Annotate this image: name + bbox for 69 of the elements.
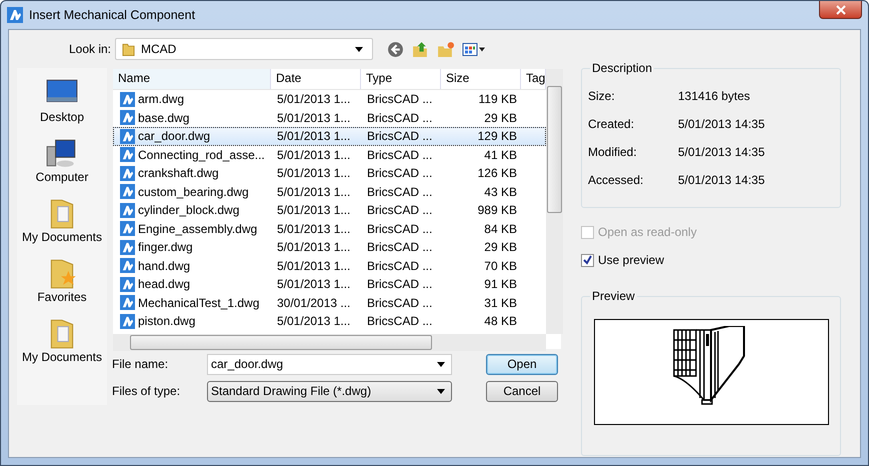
file-icon [120,295,135,310]
places-item[interactable]: Desktop [40,76,84,136]
file-icon [120,184,135,200]
cancel-button[interactable]: Cancel [486,380,558,402]
new-folder-icon[interactable] [437,40,454,58]
places-item[interactable]: My Documents [22,196,102,256]
file-row[interactable]: MechanicalTest_1.dwg 30/01/2013 ... BricsCAD ... 31 KB [113,294,546,312]
file-row[interactable]: crankshaft.dwg 5/01/2013 1... BricsCAD ... 126 KB [113,164,546,182]
field-label: Modified: [588,145,638,161]
column-header[interactable]: Date [271,69,361,89]
look-in-dropdown[interactable]: MCAD [115,38,373,60]
file-row[interactable]: piston.dwg 5/01/2013 1... BricsCAD ... 48 KB [113,312,546,330]
file-row[interactable]: head.dwg 5/01/2013 1... BricsCAD ... 91 KB [113,275,546,294]
back-icon[interactable] [387,40,404,58]
file-icon [120,314,135,329]
column-header[interactable]: Name [113,69,271,89]
file-icon [120,166,135,181]
file-row[interactable]: Connecting_rod_asse... 5/01/2013 1... BricsCAD ... 41 KB [113,146,546,164]
file-type-label: Files of type: [112,384,182,398]
file-icon [120,221,135,236]
window-title: Insert Mechanical Component [29,8,196,22]
file-icon [120,240,135,255]
places-item[interactable]: My Documents [22,316,102,376]
column-header[interactable]: Type [361,69,441,89]
file-type-dropdown[interactable]: Standard Drawing File (*.dwg) [207,380,452,402]
field-label: Size: [588,89,616,105]
file-row[interactable]: Engine_assembly.dwg 5/01/2013 1... BricsCAD ... 84 KB [113,220,546,238]
field-label: Accessed: [588,173,644,189]
field-value: 131416 bytes [678,89,750,105]
file-icon [120,128,135,144]
view-menu-icon[interactable] [462,40,486,58]
file-row[interactable]: custom_bearing.dwg 5/01/2013 1... BricsCAD ... 43 KB [113,182,546,201]
file-name-label: File name: [112,357,170,371]
file-name-field[interactable]: car_door.dwg [207,354,452,374]
folder-icon [122,41,135,57]
file-icon [120,92,135,107]
option-checkbox[interactable]: Use preview [581,246,841,274]
look-in-label: Look in: [68,42,111,56]
field-value: 5/01/2013 14:35 [678,117,765,133]
group-title: Preview [590,289,637,303]
vertical-scrollbar[interactable] [546,69,563,334]
field-label: Created: [588,117,636,133]
caret-icon [355,46,363,52]
file-row[interactable]: hand.dwg 5/01/2013 1... BricsCAD ... 70 KB [113,256,546,275]
column-header[interactable]: Size [441,69,521,89]
up-folder-icon[interactable] [412,40,429,58]
group-title: Description [590,61,654,75]
caret-icon [437,388,445,394]
file-icon [120,276,135,292]
caret-icon [437,362,445,366]
horizontal-scrollbar[interactable] [113,334,546,351]
field-value: 5/01/2013 14:35 [678,145,765,161]
check-icon [582,254,593,266]
file-row[interactable]: arm.dwg 5/01/2013 1... BricsCAD ... 119 KB [113,90,546,108]
file-icon [120,258,135,274]
field-value: 5/01/2013 14:35 [678,173,765,189]
places-item[interactable]: Computer [36,136,88,196]
file-row[interactable]: finger.dwg 5/01/2013 1... BricsCAD ... 29 KB [113,238,546,256]
file-icon [120,147,135,162]
places-item[interactable]: Favorites [37,256,87,316]
file-row[interactable]: base.dwg 5/01/2013 1... BricsCAD ... 29 KB [113,108,546,127]
file-icon [120,110,135,126]
app-logo-icon [7,7,23,23]
close-button[interactable] [819,1,862,19]
close-icon [836,4,846,14]
file-icon [120,202,135,218]
file-row[interactable]: cylinder_block.dwg 5/01/2013 1... BricsCAD ... 989 KB [113,201,546,220]
file-row[interactable]: car_door.dwg 5/01/2013 1... BricsCAD ... 129 KB [113,127,546,146]
open-button[interactable]: Open [486,354,558,374]
